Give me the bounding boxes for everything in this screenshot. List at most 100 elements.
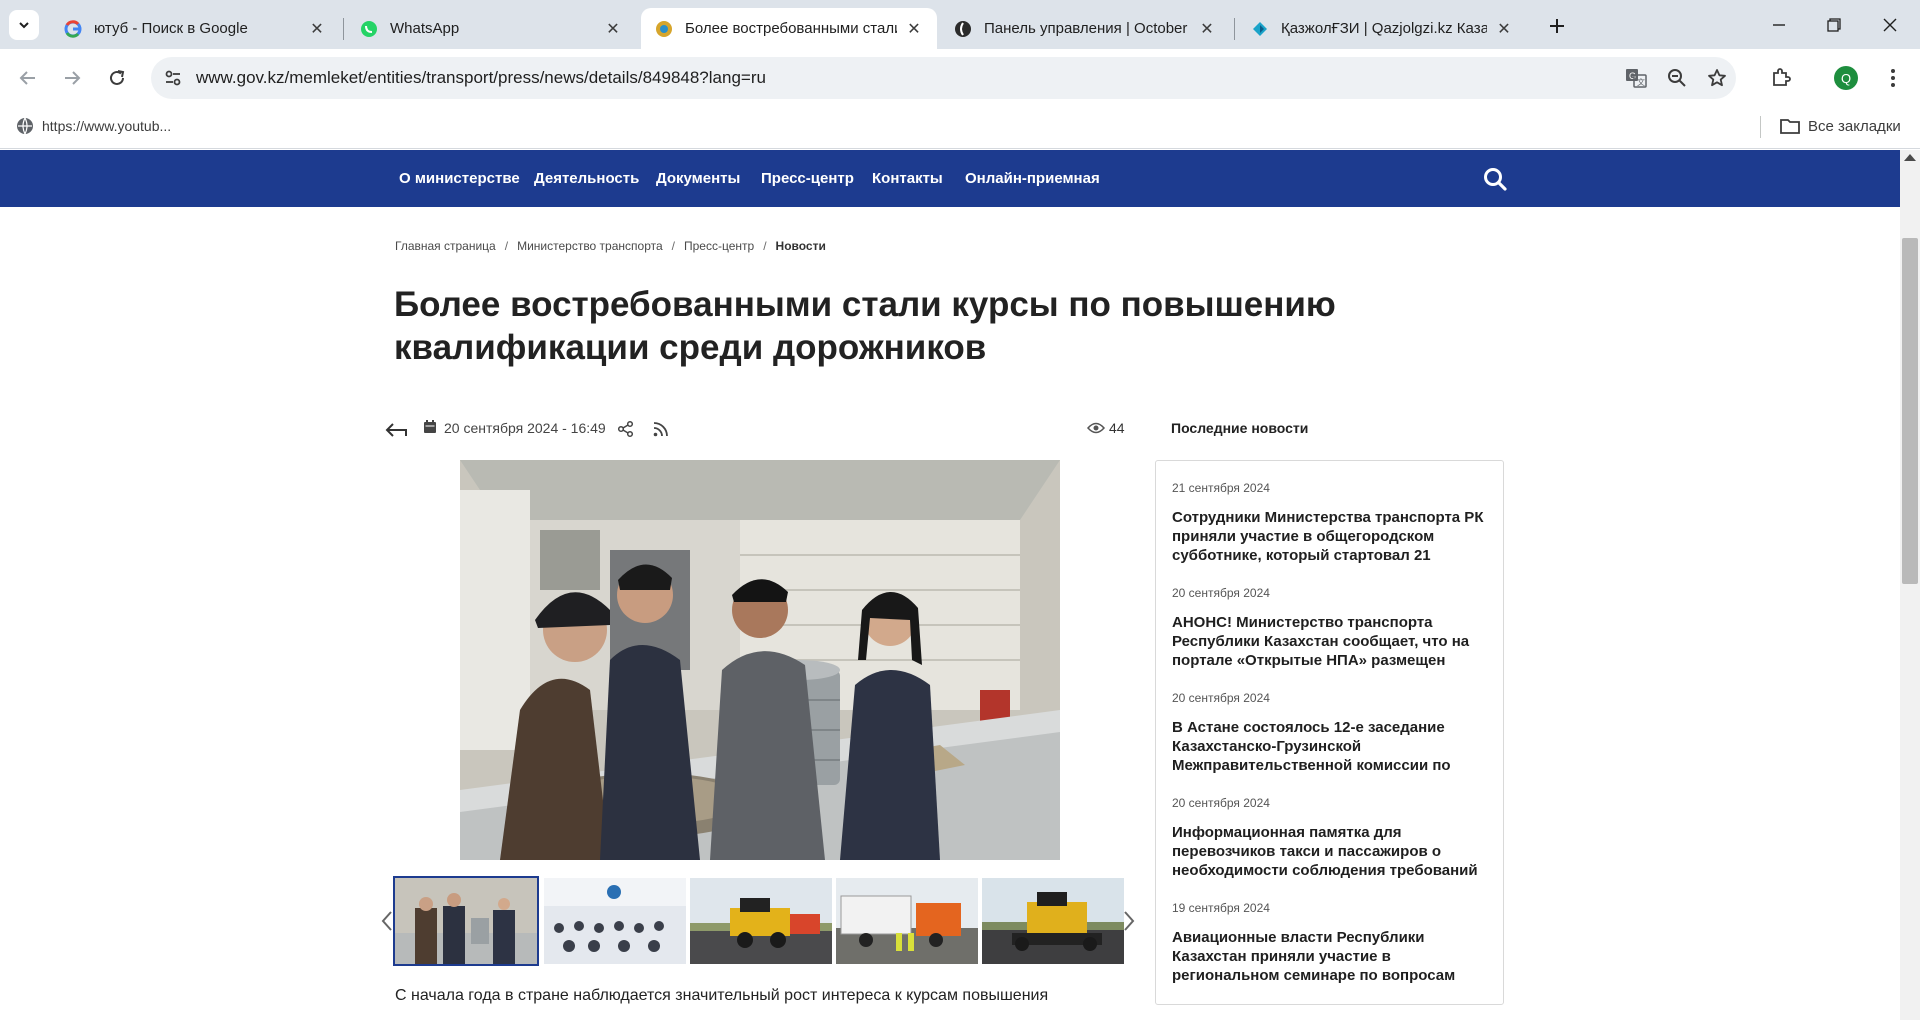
calendar-icon: [424, 420, 436, 433]
news-headline[interactable]: Сотрудники Министерства транспорта РК пр…: [1172, 508, 1492, 565]
news-date: 20 сентября 2024: [1172, 691, 1270, 705]
all-bookmarks-button[interactable]: Все закладки: [1780, 117, 1901, 135]
back-button[interactable]: [13, 63, 43, 93]
restore-button[interactable]: [1806, 0, 1862, 49]
news-item[interactable]: 20 сентября 2024 Информационная памятка …: [1172, 796, 1492, 880]
tab-whatsapp[interactable]: WhatsApp ✕: [346, 8, 636, 49]
breadcrumb-ministry[interactable]: Министерство транспорта: [517, 239, 663, 253]
photo-gallery: [380, 876, 1140, 966]
bookmark-youtube[interactable]: https://www.youtub...: [16, 117, 171, 135]
bookmarks-divider: [1760, 116, 1761, 138]
bookmark-star-icon[interactable]: [1706, 67, 1728, 89]
gallery-thumb[interactable]: [982, 878, 1124, 964]
chevron-left-icon[interactable]: [380, 910, 394, 932]
breadcrumb-separator: /: [763, 239, 767, 253]
article-lead-text: С начала года в стране наблюдается значи…: [395, 987, 1049, 1004]
gallery-thumb[interactable]: [393, 876, 539, 966]
zoom-icon[interactable]: [1666, 67, 1688, 89]
news-headline[interactable]: Информационная памятка для перевозчиков …: [1172, 823, 1492, 880]
extensions-button[interactable]: [1766, 63, 1796, 93]
url-text[interactable]: www.gov.kz/memleket/entities/transport/p…: [196, 68, 766, 88]
restore-icon: [1827, 17, 1841, 32]
news-item[interactable]: 19 сентября 2024 Авиационные власти Респ…: [1172, 901, 1492, 985]
breadcrumb-home[interactable]: Главная страница: [395, 239, 496, 253]
nav-documents[interactable]: Документы: [656, 170, 740, 187]
tab-search-button[interactable]: [9, 10, 39, 40]
reload-icon: [110, 70, 125, 85]
lab-scene-photo: [460, 460, 1060, 860]
gallery-thumb[interactable]: [690, 878, 832, 964]
tab-divider: [1234, 18, 1235, 40]
minimize-icon: [1773, 23, 1785, 26]
tab-active-article[interactable]: Более востребованными стали ✕: [641, 8, 937, 49]
rss-icon[interactable]: [652, 420, 670, 438]
nav-about[interactable]: О министерстве: [399, 170, 520, 187]
site-navigation: О министерстве Деятельность Документы Пр…: [0, 150, 1900, 207]
menu-button[interactable]: [1878, 63, 1908, 93]
profile-avatar[interactable]: Q: [1834, 66, 1858, 90]
tab-google[interactable]: ютуб - Поиск в Google ✕: [50, 8, 340, 49]
news-headline[interactable]: АНОНС! Министерство транспорта Республик…: [1172, 613, 1492, 670]
chevron-down-icon: [19, 22, 29, 29]
globe-icon: [17, 117, 33, 135]
folder-icon: [1780, 119, 1800, 134]
plus-icon: [1550, 19, 1564, 33]
scroll-up-arrow-icon[interactable]: [1904, 154, 1916, 161]
close-tab-icon[interactable]: ✕: [1198, 20, 1216, 38]
kebab-menu-icon: [1891, 69, 1895, 87]
site-settings-icon[interactable]: [163, 68, 183, 88]
back-arrow-icon[interactable]: [384, 420, 408, 438]
breadcrumb-separator: /: [671, 239, 675, 253]
chevron-right-icon[interactable]: [1122, 910, 1136, 932]
all-bookmarks-label: Все закладки: [1808, 117, 1901, 135]
view-count: 44: [1109, 420, 1125, 436]
october-icon: [954, 20, 972, 38]
breadcrumb-separator: /: [504, 239, 509, 253]
close-tab-icon[interactable]: ✕: [308, 20, 326, 38]
svg-text:G: G: [1629, 71, 1636, 81]
gallery-thumb[interactable]: [544, 878, 686, 964]
tab-title: Панель управления | October: [984, 20, 1188, 37]
tab-title: ютуб - Поиск в Google: [94, 20, 248, 37]
news-item[interactable]: 21 сентября 2024 Сотрудники Министерства…: [1172, 481, 1492, 565]
article-main-photo[interactable]: [460, 460, 1060, 860]
google-icon: [64, 19, 82, 38]
nav-contacts[interactable]: Контакты: [872, 170, 943, 187]
news-item[interactable]: 20 сентября 2024 АНОНС! Министерство тра…: [1172, 586, 1492, 670]
gallery-thumb[interactable]: [836, 878, 978, 964]
bookmarks-bar: https://www.youtub... Все закладки: [0, 107, 1920, 149]
news-item[interactable]: 20 сентября 2024 В Астане состоялось 12-…: [1172, 691, 1492, 775]
tab-october[interactable]: Панель управления | October ✕: [940, 8, 1230, 49]
qazjol-icon: [1251, 20, 1269, 38]
tab-divider: [343, 18, 344, 40]
minimize-button[interactable]: [1751, 0, 1807, 49]
address-bar[interactable]: www.gov.kz/memleket/entities/transport/p…: [151, 57, 1736, 99]
news-headline[interactable]: Авиационные власти Республики Казахстан …: [1172, 928, 1492, 985]
gov-kz-icon: [655, 20, 673, 38]
breadcrumb-current: Новости: [775, 239, 826, 253]
close-tab-icon[interactable]: ✕: [1495, 20, 1513, 38]
forward-button[interactable]: [57, 63, 87, 93]
share-icon[interactable]: [617, 420, 635, 438]
latest-news-panel: 21 сентября 2024 Сотрудники Министерства…: [1155, 460, 1504, 1005]
puzzle-icon: [1773, 68, 1791, 86]
close-tab-icon[interactable]: ✕: [905, 20, 923, 38]
news-headline[interactable]: В Астане состоялось 12-е заседание Казах…: [1172, 718, 1492, 775]
translate-icon[interactable]: G文: [1625, 67, 1647, 89]
tab-strip: ютуб - Поиск в Google ✕ WhatsApp ✕ Более…: [0, 0, 1920, 49]
reload-button[interactable]: [102, 63, 132, 93]
search-icon[interactable]: [1482, 166, 1508, 192]
nav-online-reception[interactable]: Онлайн-приемная: [965, 170, 1100, 187]
tab-qazjol[interactable]: ҚазжолҒЗИ | Qazjolgzi.kz Каза ✕: [1237, 8, 1527, 49]
breadcrumb-press[interactable]: Пресс-центр: [684, 239, 754, 253]
breadcrumb: Главная страница / Министерство транспор…: [395, 239, 826, 253]
new-tab-button[interactable]: [1543, 12, 1571, 40]
eye-icon: [1087, 422, 1105, 434]
nav-press-center[interactable]: Пресс-центр: [761, 170, 854, 187]
nav-activity[interactable]: Деятельность: [534, 170, 639, 187]
scrollbar-thumb[interactable]: [1902, 238, 1918, 584]
article-date: 20 сентября 2024 - 16:49: [444, 420, 606, 436]
close-tab-icon[interactable]: ✕: [604, 20, 622, 38]
close-window-button[interactable]: [1862, 0, 1918, 49]
news-date: 20 сентября 2024: [1172, 796, 1270, 810]
